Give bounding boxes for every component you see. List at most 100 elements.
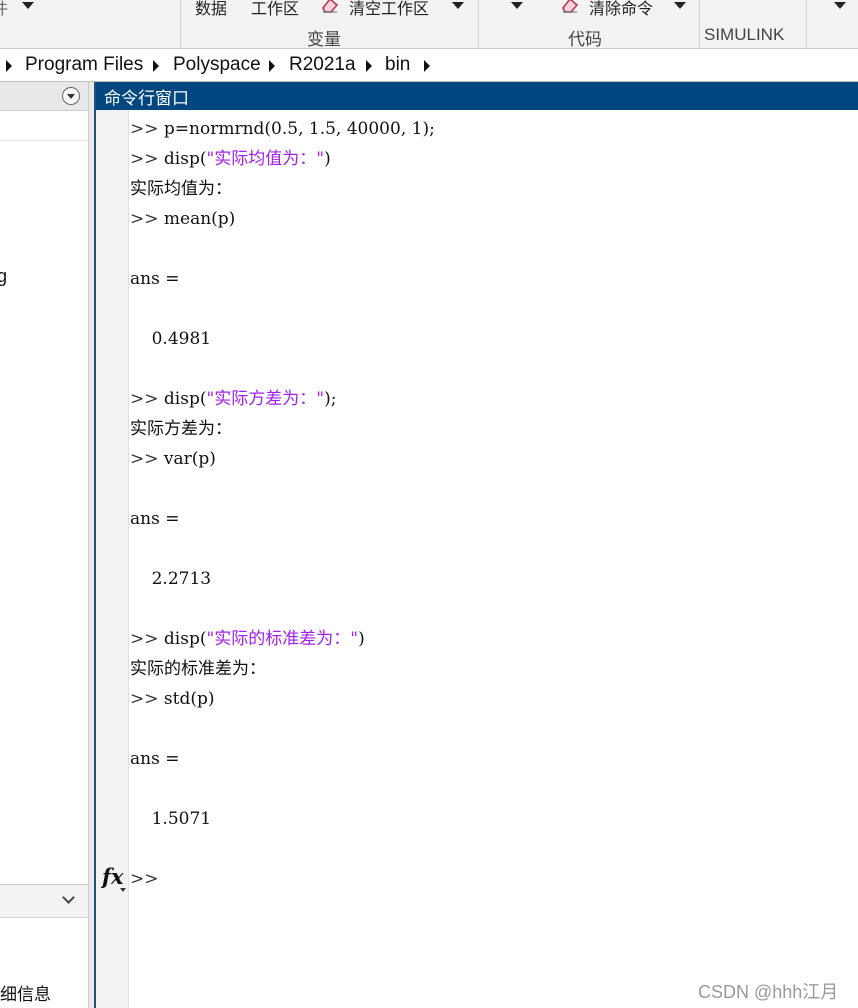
command-output[interactable]: >> p=normrnd(0.5, 1.5, 40000, 1); >> disp… — [130, 116, 850, 896]
output-line: 1.5071 — [130, 806, 850, 836]
command-window[interactable]: 命令行窗口 >> p=normrnd(0.5, 1.5, 40000, 1); >… — [94, 82, 858, 1008]
output-line: 实际方差为： — [130, 416, 850, 446]
line-text: ) — [358, 629, 365, 649]
line-text: 0.4981 — [130, 329, 212, 349]
string-literal: "实际的标准差为：" — [206, 629, 359, 649]
chevron-down-icon[interactable] — [62, 891, 75, 904]
line-text: var(p) — [163, 449, 216, 469]
prompt-symbol: >> — [130, 149, 164, 169]
line-text: disp( — [163, 149, 207, 169]
clear-commands-button[interactable]: 清除命令 — [589, 0, 653, 19]
workspace-button[interactable]: 工作区 — [251, 0, 299, 19]
line-text: std(p) — [163, 689, 215, 709]
toolstrip-section-code: 清除命令 代码 — [479, 0, 700, 50]
command-line: >> mean(p) — [130, 206, 850, 236]
breadcrumb-arrow-icon[interactable] — [269, 60, 275, 72]
dropdown-arrow-icon[interactable] — [22, 2, 34, 9]
toolstrip-partial-label: 件 — [0, 0, 9, 18]
line-text: mean(p) — [163, 209, 236, 229]
command-window-title: 命令行窗口 — [104, 89, 189, 109]
string-literal: "实际方差为：" — [206, 389, 325, 409]
toolstrip-section-simulink: SIMULINK — [700, 0, 807, 48]
command-line: >> disp("实际的标准差为：") — [130, 626, 850, 656]
line-text: 1.5071 — [130, 809, 212, 829]
line-text: disp( — [163, 389, 207, 409]
line-text: 实际的标准差为： — [130, 659, 266, 679]
breadcrumb-item[interactable]: Program Files — [25, 54, 143, 76]
toolstrip: 件 数据 工作区 清空工作区 变量 清除命令 代码 SIMULINK — [0, 0, 858, 50]
breadcrumb-item[interactable]: Polyspace — [173, 54, 261, 76]
output-line: 实际的标准差为： — [130, 656, 850, 686]
panel-actions-icon[interactable] — [62, 87, 80, 105]
line-text: ); — [324, 389, 337, 409]
toolstrip-section-file: 件 — [0, 0, 181, 48]
output-line: 实际均值为： — [130, 176, 850, 206]
command-line: >> p=normrnd(0.5, 1.5, 40000, 1); — [130, 116, 850, 146]
line-text: ans = — [130, 749, 180, 769]
line-text: 实际均值为： — [130, 179, 232, 199]
clear-workspace-button[interactable]: 清空工作区 — [349, 0, 429, 19]
prompt-symbol: >> — [130, 389, 164, 409]
prompt-symbol: >> — [130, 869, 164, 889]
file-list-item[interactable]: g — [0, 266, 7, 287]
line-text: 2.2713 — [130, 569, 212, 589]
eraser-icon — [562, 0, 579, 13]
line-text: ans = — [130, 269, 180, 289]
command-window-titlebar: 命令行窗口 — [96, 82, 858, 110]
clear-workspace-dropdown-icon[interactable] — [452, 2, 464, 9]
breadcrumb-item[interactable]: bin — [385, 54, 410, 76]
prompt-symbol: >> — [130, 629, 164, 649]
line-text: disp( — [163, 629, 207, 649]
section-label-simulink: SIMULINK — [704, 25, 785, 44]
watermark: CSDN @hhh江月 — [698, 982, 839, 1002]
command-line: >> disp("实际方差为："); — [130, 386, 850, 416]
panel-header — [0, 82, 88, 111]
line-text: 实际方差为： — [130, 419, 232, 439]
toolstrip-collapse-icon[interactable] — [834, 2, 846, 9]
line-text: ) — [324, 149, 331, 169]
line-text: p=normrnd(0.5, 1.5, 40000, 1); — [163, 119, 435, 139]
output-line: ans = — [130, 746, 850, 776]
breadcrumb-arrow-icon[interactable] — [153, 60, 159, 72]
function-browser-icon[interactable]: fx — [102, 864, 124, 889]
divider — [0, 140, 88, 141]
details-label: 细信息 — [0, 985, 51, 1005]
breadcrumb-item[interactable]: R2021a — [289, 54, 356, 76]
clear-commands-dropdown-icon[interactable] — [674, 2, 686, 9]
section-label-code: 代码 — [568, 30, 602, 50]
prompt-symbol: >> — [130, 119, 164, 139]
output-line: 2.2713 — [130, 566, 850, 596]
breadcrumb-arrow-icon[interactable] — [6, 60, 12, 72]
string-literal: "实际均值为：" — [206, 149, 325, 169]
code-dropdown-icon[interactable] — [511, 2, 523, 9]
prompt-symbol: >> — [130, 689, 164, 709]
current-folder-panel: g 细信息 — [0, 82, 89, 1008]
command-line: >> — [130, 866, 850, 896]
breadcrumb-arrow-icon[interactable] — [424, 60, 430, 72]
output-line: ans = — [130, 506, 850, 536]
details-header[interactable] — [0, 884, 88, 918]
output-line: 0.4981 — [130, 326, 850, 356]
toolstrip-section-variable: 数据 工作区 清空工作区 变量 — [181, 0, 479, 50]
eraser-icon — [322, 0, 339, 13]
breadcrumb-arrow-icon[interactable] — [366, 60, 372, 72]
prompt-symbol: >> — [130, 209, 164, 229]
section-label-variable: 变量 — [307, 30, 341, 50]
data-button[interactable]: 数据 — [195, 0, 227, 19]
command-line: >> var(p) — [130, 446, 850, 476]
address-bar[interactable]: Program Files Polyspace R2021a bin — [0, 49, 858, 82]
output-line: ans = — [130, 266, 850, 296]
line-text: ans = — [130, 509, 180, 529]
command-line: >> std(p) — [130, 686, 850, 716]
function-browser-dropdown-icon[interactable] — [120, 888, 126, 892]
command-line: >> disp("实际均值为：") — [130, 146, 850, 176]
